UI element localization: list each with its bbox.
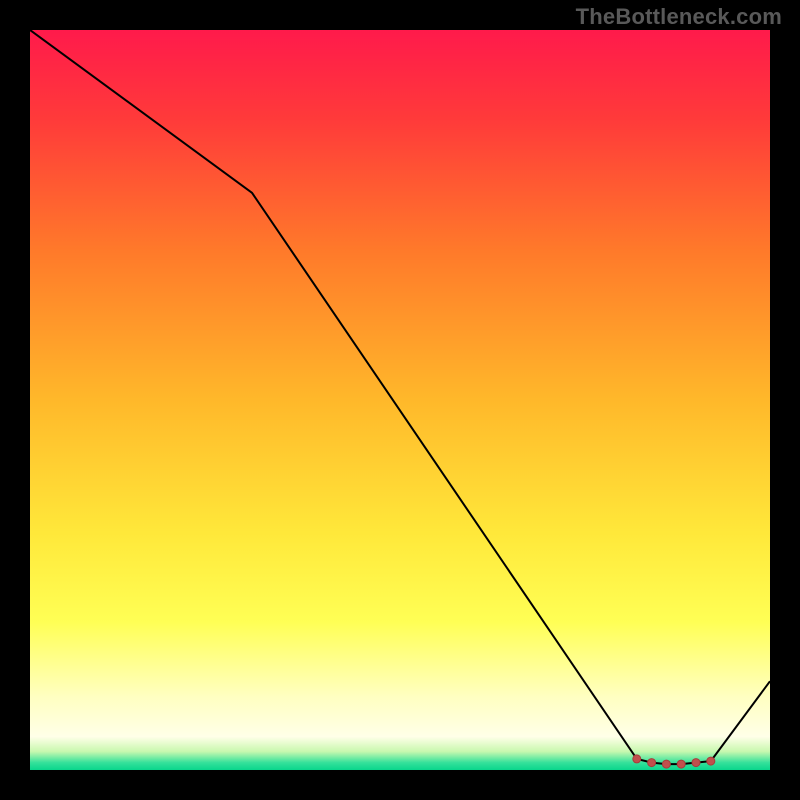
gradient-background bbox=[30, 30, 770, 770]
data-marker bbox=[692, 759, 700, 767]
chart-frame: TheBottleneck.com bbox=[0, 0, 800, 800]
data-marker bbox=[662, 760, 670, 768]
data-marker bbox=[648, 759, 656, 767]
data-marker bbox=[707, 757, 715, 765]
chart-svg bbox=[30, 30, 770, 770]
watermark-text: TheBottleneck.com bbox=[576, 4, 782, 30]
data-marker bbox=[633, 755, 641, 763]
data-marker bbox=[677, 760, 685, 768]
plot-area bbox=[30, 30, 770, 770]
